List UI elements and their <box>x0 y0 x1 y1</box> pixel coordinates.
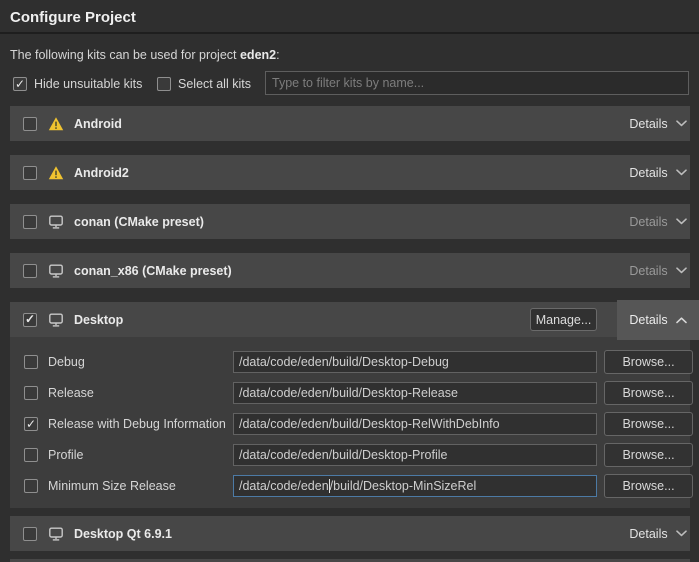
path-before-cursor: /data/code/eden <box>239 479 329 493</box>
build-config-checkbox[interactable] <box>24 386 38 400</box>
intro-prefix: The following kits can be used for proje… <box>10 48 240 62</box>
details-button[interactable]: Details <box>617 516 699 551</box>
kit-header: Android Details <box>10 106 690 141</box>
kit-row-android: Android Details <box>10 106 690 141</box>
chevron-down-icon <box>676 530 687 537</box>
kit-filter-input[interactable] <box>265 71 689 95</box>
browse-button[interactable]: Browse... <box>604 381 693 405</box>
path-after-cursor: /build/Desktop-MinSizeRel <box>330 479 477 493</box>
project-name: eden2 <box>240 48 276 62</box>
desktop-icon <box>47 312 64 328</box>
build-config-option: Profile <box>24 444 83 466</box>
select-all-kits-label: Select all kits <box>178 77 251 91</box>
kit-row-android2: Android2 Details <box>10 155 690 190</box>
hide-unsuitable-kits-checkbox[interactable] <box>13 77 27 91</box>
build-config-checkbox[interactable] <box>24 355 38 369</box>
warning-icon <box>47 116 64 132</box>
build-config-option: Release with Debug Information <box>24 413 226 435</box>
intro-suffix: : <box>276 48 279 62</box>
details-button[interactable]: Details <box>617 155 699 190</box>
desktop-icon <box>47 263 64 279</box>
build-config-checkbox[interactable] <box>24 479 38 493</box>
kit-checkbox[interactable] <box>23 215 37 229</box>
kit-name: Android <box>74 117 122 131</box>
build-dir-input-focused[interactable]: /data/code/eden/build/Desktop-MinSizeRel <box>233 475 597 497</box>
intro-text: The following kits can be used for proje… <box>10 48 280 62</box>
build-dir-input[interactable] <box>233 444 597 466</box>
kit-row-desktop-qt: Desktop Qt 6.9.1 Details <box>10 516 690 551</box>
kit-name: Android2 <box>74 166 129 180</box>
build-dir-input[interactable] <box>233 351 597 373</box>
manage-kits-button[interactable]: Manage... <box>530 308 597 331</box>
desktop-icon <box>47 526 64 542</box>
kit-checkbox[interactable] <box>23 117 37 131</box>
kit-name: Desktop <box>74 313 123 327</box>
kit-checkbox[interactable] <box>23 313 37 327</box>
details-button[interactable]: Details <box>617 106 699 141</box>
kit-checkbox[interactable] <box>23 166 37 180</box>
build-config-label: Profile <box>48 448 83 462</box>
chevron-down-icon <box>676 120 687 127</box>
kit-row-conan-x86: conan_x86 (CMake preset) Details <box>10 253 690 288</box>
details-button[interactable]: Details <box>617 300 699 340</box>
details-label: Details <box>629 117 667 131</box>
details-label: Details <box>629 527 667 541</box>
kit-header: Desktop Manage... Details <box>10 302 690 337</box>
select-all-kits-checkbox[interactable] <box>157 77 171 91</box>
chevron-down-icon <box>676 218 687 225</box>
warning-icon <box>47 165 64 181</box>
build-config-label: Debug <box>48 355 85 369</box>
details-label: Details <box>629 166 667 180</box>
configure-project-page: { "window": { "title": "Configure Projec… <box>0 0 699 562</box>
build-config-label: Release with Debug Information <box>48 417 226 431</box>
build-config-checkbox[interactable] <box>24 417 38 431</box>
title-divider <box>0 32 699 34</box>
desktop-icon <box>47 214 64 230</box>
browse-button[interactable]: Browse... <box>604 412 693 436</box>
chevron-up-icon <box>676 317 687 324</box>
kit-header: Android2 Details <box>10 155 690 190</box>
kit-row-desktop: Desktop Manage... Details Debug Browse..… <box>10 302 690 508</box>
chevron-down-icon <box>676 169 687 176</box>
hide-unsuitable-kits-label: Hide unsuitable kits <box>34 77 142 91</box>
kit-name: Desktop Qt 6.9.1 <box>74 527 172 541</box>
kit-checkbox[interactable] <box>23 527 37 541</box>
hide-unsuitable-kits-option: Hide unsuitable kits <box>13 77 142 91</box>
kit-row-conan: conan (CMake preset) Details <box>10 204 690 239</box>
kit-checkbox[interactable] <box>23 264 37 278</box>
browse-button[interactable]: Browse... <box>604 474 693 498</box>
build-config-label: Minimum Size Release <box>48 479 176 493</box>
kit-header: Desktop Qt 6.9.1 Details <box>10 516 690 551</box>
build-config-option: Release <box>24 382 94 404</box>
browse-button[interactable]: Browse... <box>604 443 693 467</box>
kit-header: conan_x86 (CMake preset) Details <box>10 253 690 288</box>
kit-name: conan_x86 (CMake preset) <box>74 264 232 278</box>
browse-button[interactable]: Browse... <box>604 350 693 374</box>
build-config-label: Release <box>48 386 94 400</box>
build-dir-input[interactable] <box>233 382 597 404</box>
page-title: Configure Project <box>10 9 136 26</box>
chevron-down-icon <box>676 267 687 274</box>
build-config-checkbox[interactable] <box>24 448 38 462</box>
kit-header: conan (CMake preset) Details <box>10 204 690 239</box>
details-label: Details <box>629 215 667 229</box>
select-all-kits-option: Select all kits <box>157 77 251 91</box>
build-config-option: Debug <box>24 351 85 373</box>
details-label: Details <box>629 313 667 327</box>
build-config-option: Minimum Size Release <box>24 475 176 497</box>
build-dir-input[interactable] <box>233 413 597 435</box>
kit-name: conan (CMake preset) <box>74 215 204 229</box>
details-button[interactable]: Details <box>617 204 699 239</box>
details-button[interactable]: Details <box>617 253 699 288</box>
details-label: Details <box>629 264 667 278</box>
